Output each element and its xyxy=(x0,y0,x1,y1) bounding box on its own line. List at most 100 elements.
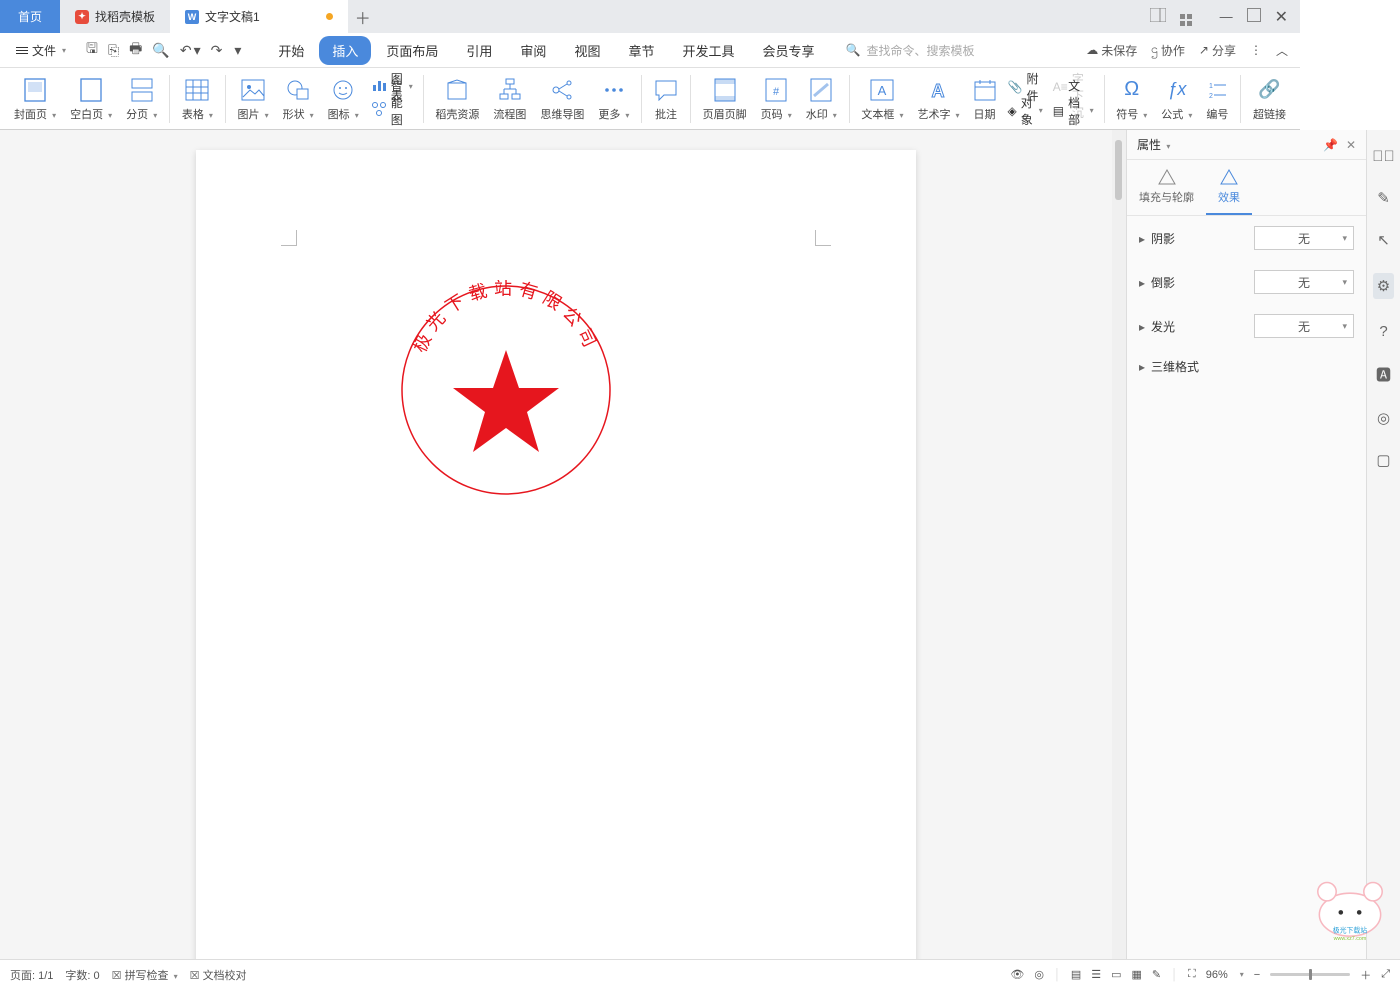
prop-shadow[interactable]: ▸阴影 无 xyxy=(1127,216,1366,260)
ribbon-numbering[interactable]: 12编号 xyxy=(1200,71,1234,127)
ribbon-page-number[interactable]: #页码 ▾ xyxy=(755,71,798,127)
proptab-fill-outline[interactable]: 填充与轮廓 xyxy=(1127,160,1206,215)
menutab-ref[interactable]: 引用 xyxy=(453,36,505,65)
tab-document[interactable]: W文字文稿1 xyxy=(170,0,348,33)
tab-home[interactable]: 首页 xyxy=(0,0,60,33)
menutab-layout[interactable]: 页面布局 xyxy=(373,36,451,65)
view-markup-icon[interactable]: ✎ xyxy=(1152,968,1161,981)
pin-panel-icon[interactable]: 📌 xyxy=(1323,138,1338,152)
redo-icon[interactable]: ↷ xyxy=(211,42,223,59)
ribbon-shape[interactable]: 形状 ▾ xyxy=(277,71,320,127)
print-preview-icon[interactable]: 🔍 xyxy=(152,42,169,59)
share-button[interactable]: ↗ 分享 xyxy=(1199,42,1236,59)
flowchart-icon xyxy=(498,76,522,104)
ribbon-header-footer[interactable]: 页眉页脚 xyxy=(697,71,753,127)
command-search[interactable]: 🔍 查找命令、搜索模板 xyxy=(846,42,975,59)
ribbon-picture[interactable]: 图片 ▾ xyxy=(232,71,275,127)
file-menu[interactable]: 文件 ▾ xyxy=(8,38,74,63)
rail-pen-icon[interactable]: ✎ xyxy=(1377,189,1390,207)
ribbon-watermark[interactable]: 水印 ▾ xyxy=(800,71,843,127)
focus-mode-icon[interactable]: ◎ xyxy=(1034,968,1044,981)
status-proofread[interactable]: ☒ 文档校对 xyxy=(190,967,247,983)
view-page-icon[interactable]: ▤ xyxy=(1071,968,1081,981)
document-page[interactable]: 极光下载站有限公司 xyxy=(196,150,916,959)
rail-select-icon[interactable]: ↖ xyxy=(1377,231,1390,249)
rail-location-icon[interactable]: ◎ xyxy=(1377,409,1390,427)
zoom-in-button[interactable]: ＋ xyxy=(1360,967,1371,983)
unsaved-status[interactable]: ☁ 未保存 xyxy=(1086,42,1137,59)
qat-customize-icon[interactable]: ▾ xyxy=(234,42,241,59)
tab-template[interactable]: ✦找稻壳模板 xyxy=(60,0,170,33)
ribbon-smartart[interactable]: 智能图形 xyxy=(367,99,417,123)
vertical-scrollbar[interactable] xyxy=(1112,130,1126,959)
shadow-select[interactable]: 无 xyxy=(1254,226,1354,250)
status-page[interactable]: 页面: 1/1 xyxy=(10,967,53,983)
ribbon-hyperlink[interactable]: 🔗超链接 xyxy=(1247,71,1292,127)
ribbon-more[interactable]: 更多 ▾ xyxy=(592,71,635,127)
reading-mode-icon[interactable] xyxy=(1150,8,1166,25)
ribbon-page-break[interactable]: 分页 ▾ xyxy=(120,71,163,127)
view-outline-icon[interactable]: ☰ xyxy=(1091,968,1101,981)
stamp-shape[interactable]: 极光下载站有限公司 xyxy=(396,280,616,503)
eye-mode-icon[interactable]: 👁 xyxy=(1010,968,1024,981)
rail-help-icon[interactable]: ? xyxy=(1379,323,1387,340)
zoom-value[interactable]: 96% xyxy=(1206,969,1228,981)
collab-button[interactable]: ဌ 协作 xyxy=(1151,41,1185,59)
ribbon-resource[interactable]: 稻壳资源 xyxy=(429,71,485,127)
print-icon[interactable]: 🖶 xyxy=(129,38,142,62)
menu-tabs: 开始 插入 页面布局 引用 审阅 视图 章节 开发工具 会员专享 xyxy=(265,36,827,65)
canvas-area[interactable]: 极光下载站有限公司 xyxy=(0,130,1112,959)
app-grid-icon[interactable] xyxy=(1180,7,1192,26)
close-button[interactable]: ✕ xyxy=(1275,7,1288,27)
rail-settings-icon[interactable]: ⚙ xyxy=(1373,273,1394,299)
ribbon-wordart[interactable]: A艺术字 ▾ xyxy=(911,71,965,127)
prop-glow[interactable]: ▸发光 无 xyxy=(1127,304,1366,348)
more-menu-icon[interactable]: ⋮ xyxy=(1250,43,1262,57)
zoom-out-button[interactable]: − xyxy=(1254,969,1260,981)
prop-3d[interactable]: ▸三维格式 xyxy=(1127,348,1366,385)
minimize-button[interactable]: — xyxy=(1220,9,1233,24)
rail-style-icon[interactable]: ✎⃝ xyxy=(1372,148,1395,165)
menutab-chapter[interactable]: 章节 xyxy=(615,36,667,65)
glow-select[interactable]: 无 xyxy=(1254,314,1354,338)
menutab-member[interactable]: 会员专享 xyxy=(749,36,827,65)
menutab-dev[interactable]: 开发工具 xyxy=(669,36,747,65)
fit-page-icon[interactable]: ⛶ xyxy=(1188,968,1196,981)
rail-translate-icon[interactable]: 🅰 xyxy=(1376,364,1391,385)
menutab-review[interactable]: 审阅 xyxy=(507,36,559,65)
tab-add[interactable]: ＋ xyxy=(348,0,378,33)
ribbon-icon[interactable]: 图标 ▾ xyxy=(322,71,365,127)
menutab-view[interactable]: 视图 xyxy=(561,36,613,65)
menutab-insert[interactable]: 插入 xyxy=(319,36,371,65)
ribbon-textbox[interactable]: A文本框 ▾ xyxy=(855,71,909,127)
ribbon-date[interactable]: 日期 xyxy=(968,71,1002,127)
save-icon[interactable]: 🖫 xyxy=(86,38,98,62)
close-panel-icon[interactable]: ✕ xyxy=(1346,138,1356,152)
menutab-start[interactable]: 开始 xyxy=(265,36,317,65)
prop-reflection[interactable]: ▸倒影 无 xyxy=(1127,260,1366,304)
ribbon-formula[interactable]: ƒx公式 ▾ xyxy=(1155,71,1198,127)
status-words[interactable]: 字数: 0 xyxy=(65,967,99,983)
ribbon-mindmap[interactable]: 思维导图 xyxy=(534,71,590,127)
fullscreen-icon[interactable]: ⤢ xyxy=(1381,968,1390,981)
collapse-ribbon-icon[interactable]: ︿ xyxy=(1276,42,1288,59)
view-read-icon[interactable]: ▭ xyxy=(1111,968,1121,981)
ribbon-docpart[interactable]: ▤文档部件 ▾ xyxy=(1049,99,1098,123)
view-web-icon[interactable]: ▦ xyxy=(1132,968,1142,981)
ribbon-flowchart[interactable]: 流程图 xyxy=(487,71,532,127)
maximize-button[interactable] xyxy=(1247,8,1261,25)
ribbon-comment[interactable]: 批注 xyxy=(648,71,684,127)
reflection-select[interactable]: 无 xyxy=(1254,270,1354,294)
ribbon-cover[interactable]: 封面页 ▾ xyxy=(8,71,62,127)
export-icon[interactable]: ⎘ xyxy=(108,42,119,59)
ribbon-table[interactable]: 表格 ▾ xyxy=(176,71,219,127)
rail-tool-icon[interactable]: ▢ xyxy=(1376,451,1390,469)
undo-icon[interactable]: ↶▾ xyxy=(180,42,201,59)
ribbon-symbol[interactable]: Ω符号 ▾ xyxy=(1110,71,1153,127)
ribbon-object[interactable]: ◈对象 ▾ xyxy=(1004,99,1047,123)
ribbon-blank-page[interactable]: 空白页 ▾ xyxy=(64,71,118,127)
status-spellcheck[interactable]: ☒ 拼写检查 ▾ xyxy=(112,967,178,983)
object-icon: ◈ xyxy=(1008,104,1017,118)
zoom-slider[interactable] xyxy=(1270,973,1350,976)
proptab-effects[interactable]: 效果 xyxy=(1206,160,1252,215)
